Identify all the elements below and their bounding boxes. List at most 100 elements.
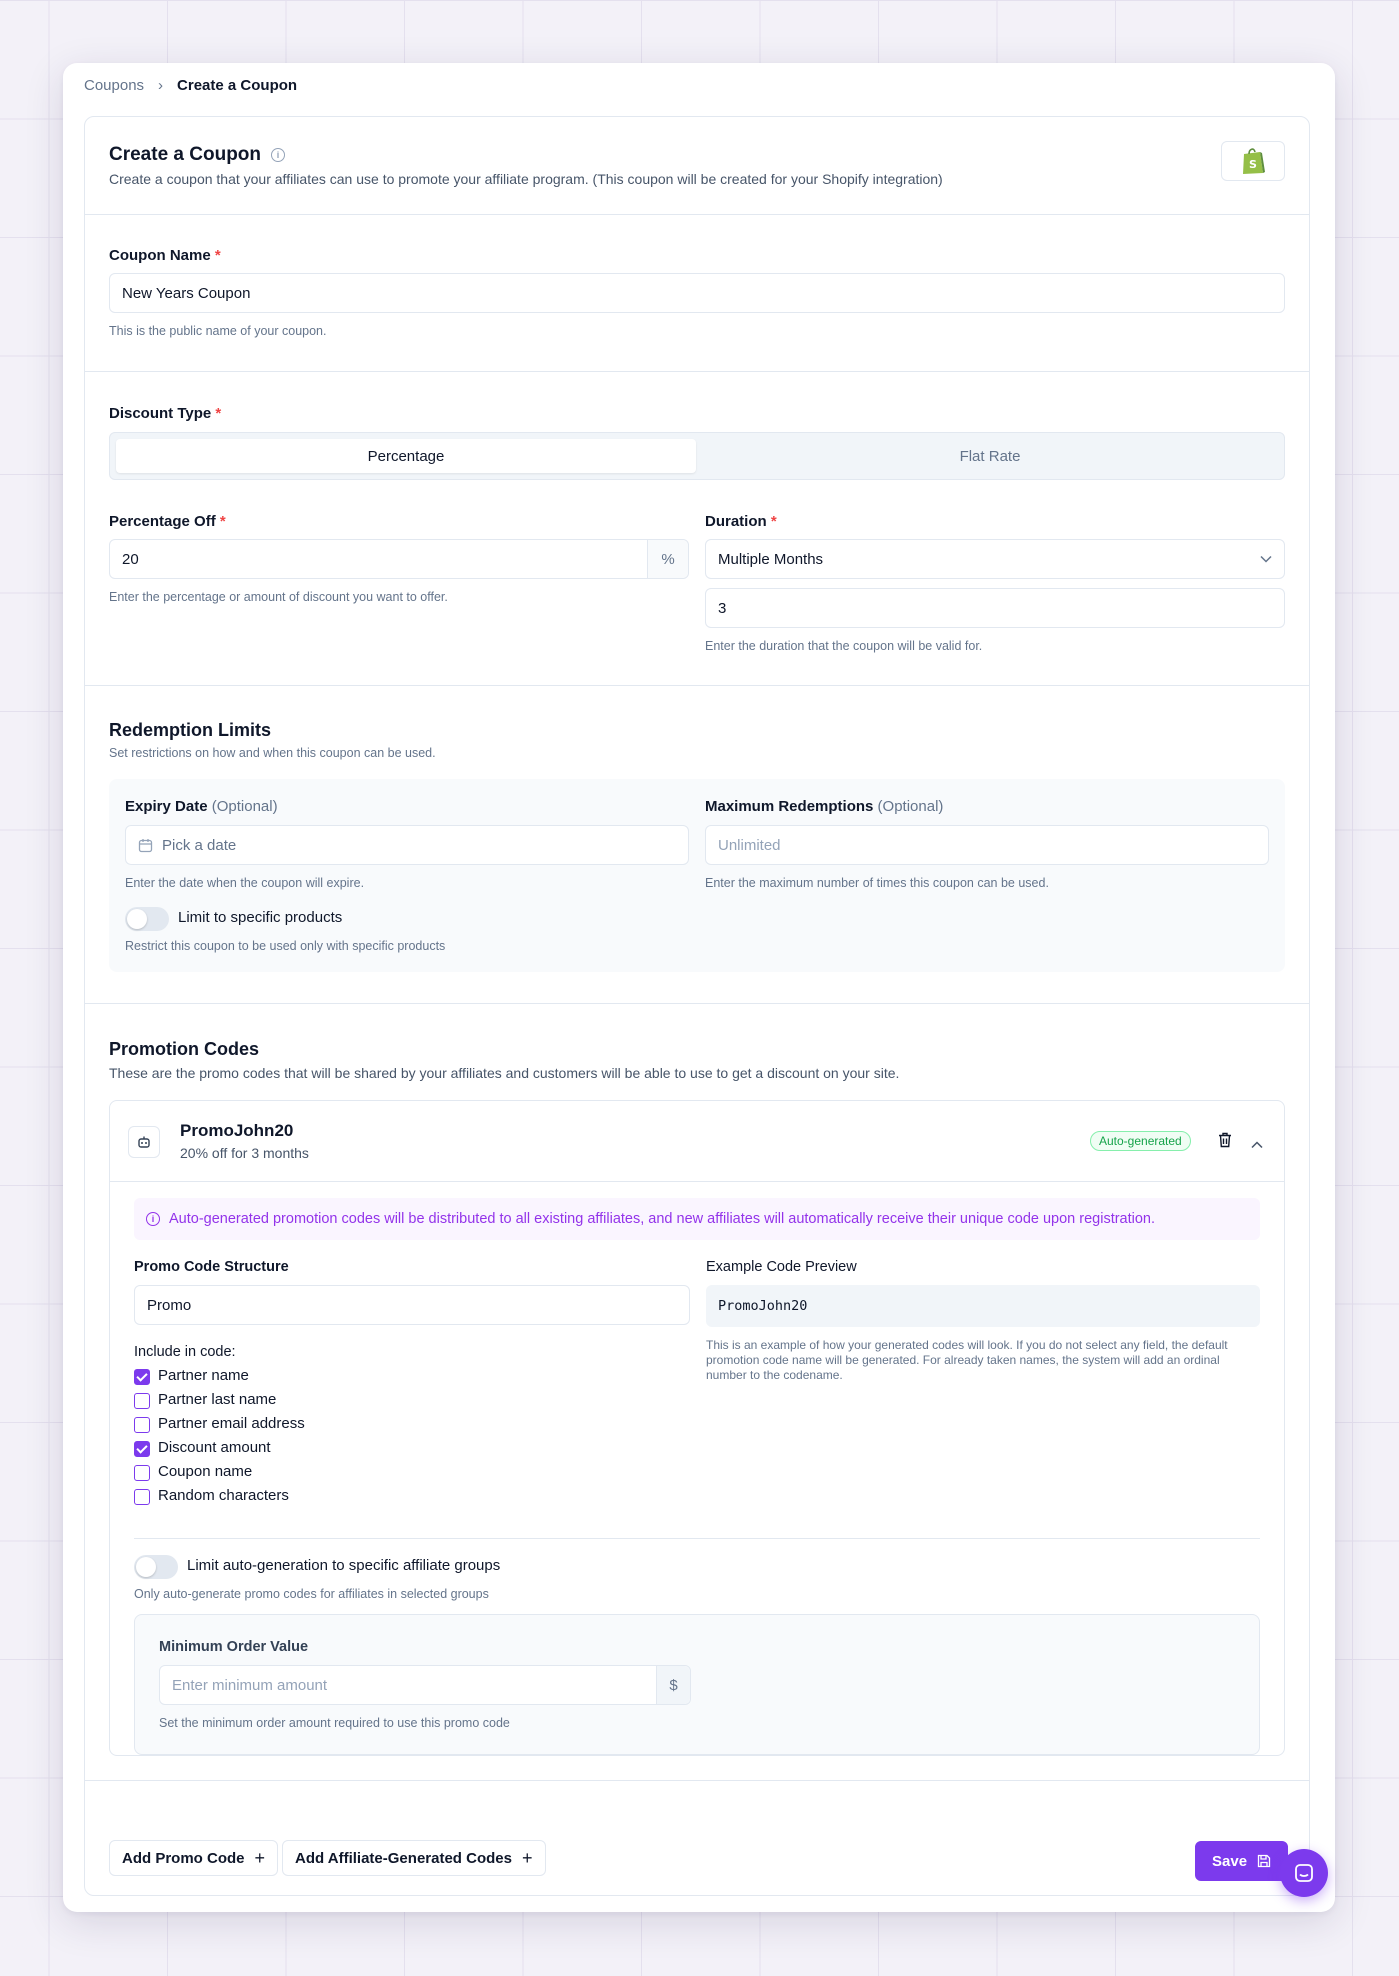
checkbox-discount-amount[interactable] bbox=[134, 1441, 150, 1457]
checkbox-label-discount-amount: Discount amount bbox=[158, 1439, 271, 1456]
auto-generated-notice: i Auto-generated promotion codes will be… bbox=[134, 1198, 1260, 1240]
max-redemptions-label: Maximum Redemptions (Optional) bbox=[705, 798, 944, 815]
chevron-up-icon[interactable] bbox=[1251, 1136, 1263, 1154]
dollar-suffix: $ bbox=[656, 1666, 690, 1704]
checkbox-label-partner-email: Partner email address bbox=[158, 1415, 305, 1432]
example-preview-label: Example Code Preview bbox=[706, 1259, 857, 1275]
promotion-subtitle: These are the promo codes that will be s… bbox=[109, 1065, 900, 1081]
chat-launcher-button[interactable] bbox=[1280, 1849, 1328, 1897]
checkbox-coupon-name[interactable] bbox=[134, 1465, 150, 1481]
min-order-panel: Minimum Order Value Enter minimum amount… bbox=[134, 1614, 1260, 1755]
shopify-icon: S bbox=[1243, 148, 1265, 174]
checkbox-partner-last-name[interactable] bbox=[134, 1393, 150, 1409]
checkbox-label-random-characters: Random characters bbox=[158, 1487, 289, 1504]
plus-icon: + bbox=[254, 1847, 266, 1868]
redemption-title: Redemption Limits bbox=[109, 720, 272, 740]
duration-label: Duration * bbox=[705, 513, 777, 530]
promotion-title: Promotion Codes bbox=[109, 1039, 260, 1059]
promo-code-card: PromoJohn20 20% off for 3 months Auto-ge… bbox=[109, 1100, 1285, 1756]
add-promo-code-label: Add Promo Code bbox=[122, 1849, 245, 1867]
page-title: Create a Coupon bbox=[109, 144, 262, 165]
include-in-code-label: Include in code: bbox=[134, 1344, 236, 1360]
min-order-help: Set the minimum order amount required to… bbox=[159, 1716, 510, 1730]
checkbox-partner-name[interactable] bbox=[134, 1369, 150, 1385]
limit-groups-help: Only auto-generate promo codes for affil… bbox=[134, 1587, 489, 1601]
percentage-off-field: 20 % bbox=[109, 539, 689, 579]
add-promo-code-button[interactable]: Add Promo Code + bbox=[109, 1840, 279, 1876]
min-order-label: Minimum Order Value bbox=[159, 1639, 309, 1655]
calendar-icon bbox=[138, 838, 153, 852]
chevron-right-icon: › bbox=[158, 77, 164, 94]
divider bbox=[134, 1538, 1260, 1539]
min-order-input[interactable]: Enter minimum amount bbox=[172, 1677, 656, 1694]
duration-months-input[interactable]: 3 bbox=[705, 588, 1285, 628]
checkbox-random-characters[interactable] bbox=[134, 1489, 150, 1505]
expiry-date-picker[interactable]: Pick a date bbox=[125, 825, 689, 865]
promo-structure-input[interactable]: Promo bbox=[134, 1285, 690, 1325]
percentage-off-label: Percentage Off * bbox=[109, 513, 226, 530]
checkbox-label-partner-name: Partner name bbox=[158, 1367, 249, 1384]
promo-code-header[interactable]: PromoJohn20 20% off for 3 months Auto-ge… bbox=[110, 1101, 1284, 1182]
save-button[interactable]: Save bbox=[1195, 1841, 1289, 1881]
checkbox-label-coupon-name: Coupon name bbox=[158, 1463, 253, 1480]
save-label: Save bbox=[1212, 1852, 1248, 1870]
promo-code-name: PromoJohn20 bbox=[180, 1121, 294, 1140]
checkbox-partner-email[interactable] bbox=[134, 1417, 150, 1433]
breadcrumb-current: Create a Coupon bbox=[177, 77, 298, 94]
checkbox-label-partner-last-name: Partner last name bbox=[158, 1391, 277, 1408]
limit-groups-toggle[interactable] bbox=[134, 1555, 178, 1579]
limit-products-label: Limit to specific products bbox=[178, 909, 343, 926]
chevron-down-icon bbox=[1260, 555, 1272, 563]
page-description: Create a coupon that your affiliates can… bbox=[109, 171, 943, 187]
percentage-off-input[interactable]: 20 bbox=[122, 551, 647, 568]
chat-icon bbox=[1295, 1864, 1313, 1882]
percent-suffix: % bbox=[647, 540, 688, 578]
breadcrumb-coupons-link[interactable]: Coupons bbox=[84, 77, 144, 94]
limit-products-help: Restrict this coupon to be used only wit… bbox=[125, 939, 446, 953]
max-redemptions-input[interactable]: Unlimited bbox=[705, 825, 1269, 865]
coupon-name-label: Coupon Name * bbox=[109, 247, 221, 264]
coupon-name-section: Coupon Name * New Years Coupon This is t… bbox=[85, 215, 1309, 372]
example-preview-help: This is an example of how your generated… bbox=[706, 1338, 1228, 1382]
discount-type-toggle: Percentage Flat Rate bbox=[109, 432, 1285, 480]
svg-text:S: S bbox=[1249, 158, 1257, 171]
discount-type-percentage[interactable]: Percentage bbox=[116, 439, 696, 473]
limit-products-toggle[interactable] bbox=[125, 907, 169, 931]
discount-type-label: Discount Type * bbox=[109, 405, 222, 422]
expiry-date-help: Enter the date when the coupon will expi… bbox=[125, 876, 365, 890]
duration-select[interactable]: Multiple Months bbox=[705, 539, 1285, 579]
expiry-date-label: Expiry Date (Optional) bbox=[125, 798, 278, 815]
save-icon bbox=[1257, 1854, 1271, 1868]
main-panel: Coupons › Create a Coupon Create a Coupo… bbox=[63, 63, 1335, 1912]
promotion-section: Promotion Codes These are the promo code… bbox=[85, 1004, 1309, 1781]
discount-type-flat-rate[interactable]: Flat Rate bbox=[700, 439, 1280, 473]
example-preview-value: PromoJohn20 bbox=[706, 1285, 1260, 1327]
promo-code-summary: 20% off for 3 months bbox=[180, 1145, 309, 1161]
info-icon[interactable]: i bbox=[271, 148, 286, 162]
promo-structure-label: Promo Code Structure bbox=[134, 1259, 289, 1275]
trash-icon[interactable] bbox=[1218, 1132, 1232, 1153]
robot-icon bbox=[128, 1126, 160, 1158]
coupon-form-card: Create a Coupon i Create a coupon that y… bbox=[84, 116, 1310, 1896]
auto-generated-badge: Auto-generated bbox=[1090, 1131, 1191, 1151]
limit-groups-label: Limit auto-generation to specific affili… bbox=[187, 1557, 501, 1574]
redemption-subtitle: Set restrictions on how and when this co… bbox=[109, 746, 436, 760]
discount-section: Discount Type * Percentage Flat Rate Per… bbox=[85, 372, 1309, 686]
coupon-name-help: This is the public name of your coupon. bbox=[109, 324, 327, 338]
min-order-field: Enter minimum amount $ bbox=[159, 1665, 691, 1705]
redemption-panel: Expiry Date (Optional) Pick a date Enter… bbox=[109, 779, 1285, 972]
coupon-name-input[interactable]: New Years Coupon bbox=[109, 273, 1285, 313]
add-affiliate-codes-label: Add Affiliate-Generated Codes bbox=[295, 1849, 512, 1867]
add-affiliate-codes-button[interactable]: Add Affiliate-Generated Codes + bbox=[282, 1840, 546, 1876]
form-header: Create a Coupon i Create a coupon that y… bbox=[85, 117, 1309, 215]
breadcrumb: Coupons › Create a Coupon bbox=[84, 77, 297, 94]
plus-icon: + bbox=[521, 1847, 533, 1868]
duration-help: Enter the duration that the coupon will … bbox=[705, 639, 983, 653]
max-redemptions-help: Enter the maximum number of times this c… bbox=[705, 876, 1049, 890]
percentage-off-help: Enter the percentage or amount of discou… bbox=[109, 590, 448, 604]
redemption-section: Redemption Limits Set restrictions on ho… bbox=[85, 686, 1309, 1004]
duration-selected-value: Multiple Months bbox=[718, 550, 824, 568]
expiry-date-placeholder: Pick a date bbox=[162, 836, 237, 854]
info-icon: i bbox=[146, 1212, 160, 1226]
shopify-integration-button[interactable]: S bbox=[1221, 141, 1285, 181]
